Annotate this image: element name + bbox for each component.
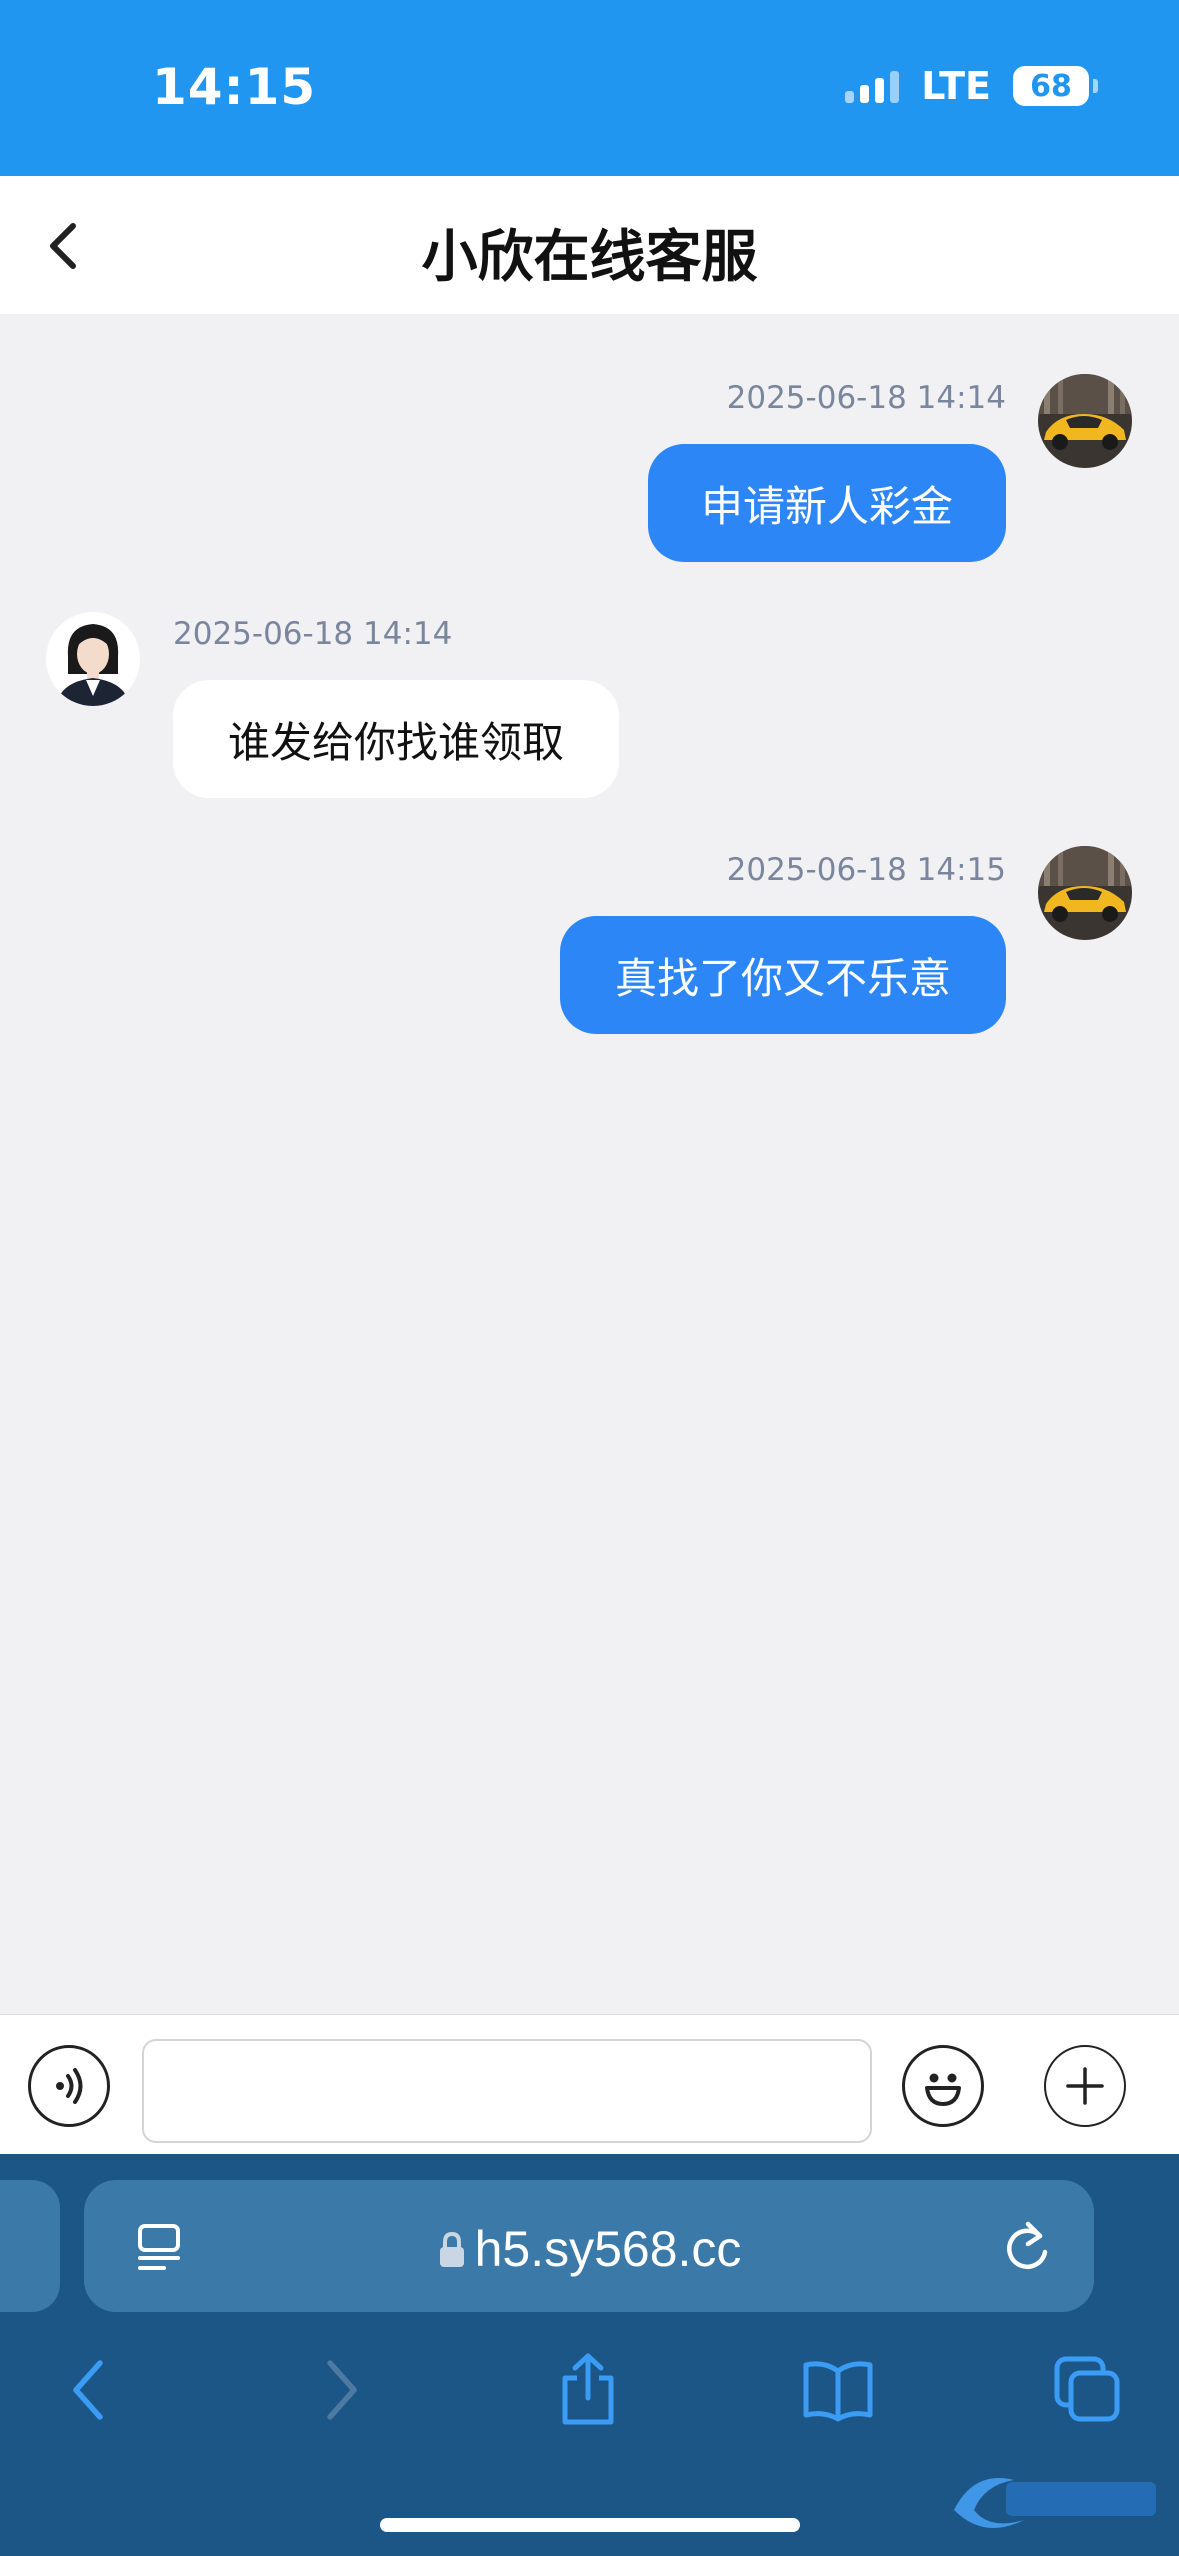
reload-button[interactable] — [1000, 2218, 1054, 2280]
plus-icon — [1066, 2067, 1104, 2105]
bookmarks-icon — [803, 2361, 873, 2422]
message-time: 2025-06-18 14:15 — [726, 852, 1006, 888]
voice-button[interactable] — [28, 2045, 110, 2127]
voice-icon — [56, 2068, 83, 2104]
url-display[interactable]: h5.sy568.cc — [84, 2220, 1094, 2278]
chat-area[interactable]: 2025-06-18 14:14 申请新人彩金 2025-06-18 14:14… — [0, 314, 1179, 2014]
message-input[interactable] — [142, 2039, 872, 2143]
browser-back-button[interactable] — [48, 2350, 128, 2430]
user-avatar[interactable] — [1038, 846, 1132, 940]
network-label: LTE — [921, 64, 991, 108]
reload-icon — [1007, 2221, 1048, 2269]
share-button[interactable] — [548, 2350, 628, 2430]
url-text: h5.sy568.cc — [474, 2221, 742, 2277]
add-button[interactable] — [1044, 2045, 1126, 2127]
battery-level: 68 — [1030, 68, 1072, 104]
message-time: 2025-06-18 14:14 — [173, 616, 453, 652]
status-bar: 14:15 LTE 68 — [0, 0, 1179, 176]
watermark-logo — [944, 2460, 1164, 2540]
tabs-button[interactable] — [1048, 2350, 1128, 2430]
message-bubble[interactable]: 申请新人彩金 — [648, 444, 1006, 562]
emoji-button[interactable] — [902, 2045, 984, 2127]
input-bar — [0, 2014, 1179, 2154]
address-bar[interactable]: h5.sy568.cc — [84, 2180, 1094, 2312]
bookmarks-button[interactable] — [798, 2350, 878, 2430]
chat-header: 小欣在线客服 — [0, 176, 1179, 314]
message-bubble[interactable]: 真找了你又不乐意 — [560, 916, 1006, 1034]
message-bubble[interactable]: 谁发给你找谁领取 — [173, 680, 619, 798]
tabs-icon — [1054, 2356, 1120, 2422]
battery-icon: 68 — [1013, 66, 1098, 106]
lock-icon — [439, 2231, 464, 2267]
previous-tab[interactable] — [0, 2180, 60, 2312]
user-avatar[interactable] — [1038, 374, 1132, 468]
agent-avatar[interactable] — [46, 612, 140, 706]
emoji-icon — [925, 2073, 961, 2106]
browser-forward-button[interactable] — [302, 2350, 382, 2430]
signal-icon — [845, 69, 900, 103]
message-time: 2025-06-18 14:14 — [726, 380, 1006, 416]
home-indicator[interactable] — [380, 2518, 800, 2532]
status-time: 14:15 — [152, 58, 317, 116]
chevron-left-icon — [73, 2360, 103, 2420]
share-icon — [562, 2353, 614, 2425]
chevron-right-icon — [327, 2360, 357, 2420]
page-title: 小欣在线客服 — [421, 225, 758, 290]
status-indicators: LTE 68 — [845, 64, 1098, 108]
